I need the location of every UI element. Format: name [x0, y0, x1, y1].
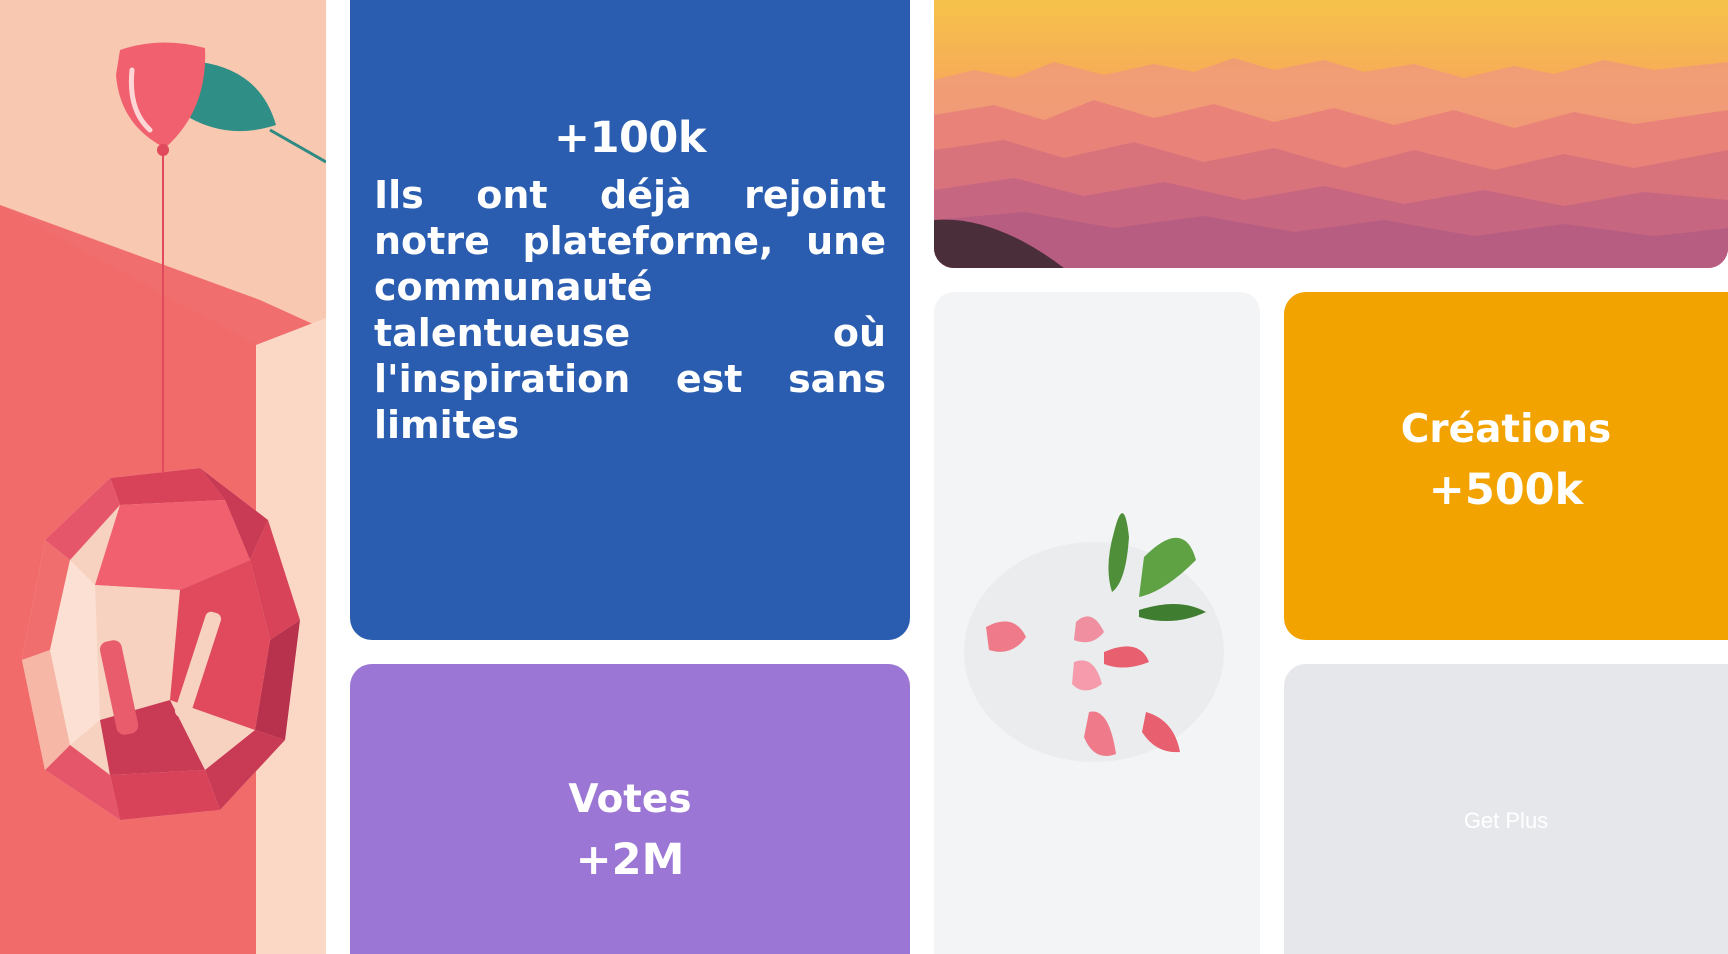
users-count: +100k — [554, 113, 706, 163]
votes-label: Votes — [568, 777, 692, 822]
get-plus-link[interactable]: Get Plus — [1464, 808, 1548, 834]
creations-stat-card: Créations +500k — [1284, 292, 1728, 640]
creations-label: Créations — [1400, 407, 1612, 452]
votes-stat-card: Votes +2M — [350, 664, 910, 954]
get-plus-card: Get Plus — [1284, 664, 1728, 954]
votes-value: +2M — [575, 835, 685, 885]
users-description: Ils ont déjà rejoint notre plateforme, u… — [374, 173, 886, 447]
users-stat-card: +100k Ils ont déjà rejoint notre platefo… — [350, 0, 910, 640]
flower-petals-image — [934, 292, 1260, 954]
creations-value: +500k — [1428, 465, 1584, 515]
lamp-illustration — [0, 0, 326, 954]
mountain-landscape-image — [934, 0, 1728, 268]
